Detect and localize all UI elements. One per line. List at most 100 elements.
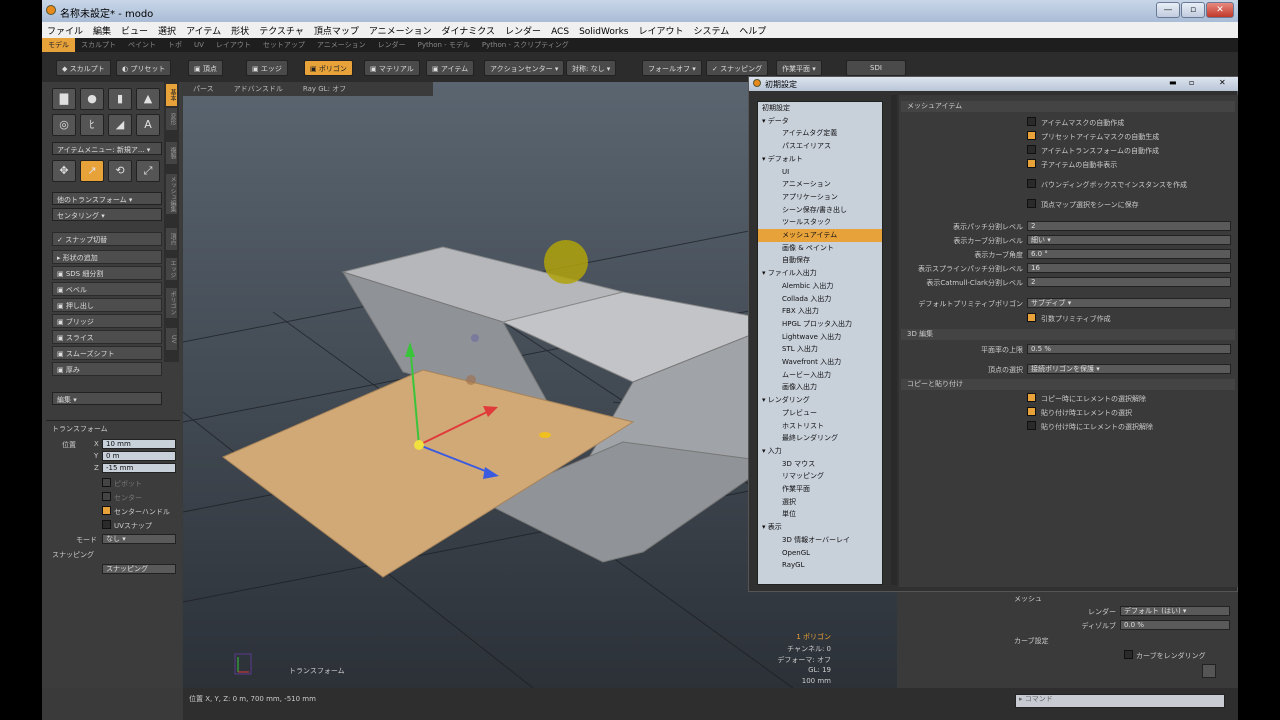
work-plane-dropdown[interactable]: 作業平面 ▾ (776, 60, 822, 76)
menu-help[interactable]: ヘルプ (734, 22, 771, 39)
curve-angle-field[interactable]: 6.0 ° (1027, 249, 1231, 259)
menu-file[interactable]: ファイル (42, 22, 88, 39)
auto-hide-children-checkbox[interactable] (1027, 159, 1036, 168)
tree-item[interactable]: HPGL プロッタ入出力 (758, 318, 882, 331)
tree-item[interactable]: プレビュー (758, 407, 882, 420)
torus-icon[interactable]: ◎ (52, 114, 76, 136)
snapping-button[interactable]: スナッピング (102, 564, 176, 574)
tree-item[interactable]: Alembic 入出力 (758, 280, 882, 293)
close-button[interactable]: ✕ (1206, 2, 1234, 18)
snapping-toggle[interactable]: ✓ スナッピング (706, 60, 769, 76)
paste-select-checkbox[interactable] (1027, 407, 1036, 416)
tree-item[interactable]: ▾ ファイル入出力 (758, 267, 882, 280)
slice-button[interactable]: ▣ スライス (52, 330, 162, 344)
edge-mode-button[interactable]: ▣ エッジ (246, 60, 288, 76)
vtab-uv[interactable]: UV (166, 328, 177, 350)
tab-paint[interactable]: ペイント (122, 38, 162, 52)
vtab-basic[interactable]: 基本 (166, 84, 177, 106)
add-shape-button[interactable]: ▸ 形状の追加 (52, 250, 162, 264)
bbox-instance-checkbox[interactable] (1027, 179, 1036, 188)
vertex-mode-button[interactable]: ▣ 頂点 (188, 60, 223, 76)
tab-topo[interactable]: トポ (162, 38, 188, 52)
cube-icon[interactable]: ▇ (52, 88, 76, 110)
expand-icon[interactable] (1202, 664, 1216, 678)
vtab-deform[interactable]: 変形 (166, 108, 177, 130)
move-tool-icon[interactable]: ✥ (52, 160, 76, 182)
preset-button[interactable]: ◐ プリセット (116, 60, 172, 76)
tree-item[interactable]: 3D マウス (758, 458, 882, 471)
vtab-vertex[interactable]: 頂点 (166, 228, 177, 250)
snap-toggle-button[interactable]: ✓ スナップ切替 (52, 232, 162, 246)
light-handle[interactable] (544, 240, 588, 284)
item-menu-dropdown[interactable]: アイテムメニュー: 新規ア... ▾ (52, 142, 162, 155)
menu-edit[interactable]: 編集 (88, 22, 116, 39)
default-primitive-dropdown[interactable]: サブディブ ▾ (1027, 298, 1231, 308)
tree-item[interactable]: ▾ 表示 (758, 521, 882, 534)
tab-setup[interactable]: セットアップ (257, 38, 311, 52)
command-input[interactable]: ▸ コマンド (1015, 694, 1225, 708)
auto-item-mask-checkbox[interactable] (1027, 117, 1036, 126)
cylinder-icon[interactable]: ▮ (108, 88, 132, 110)
sculpt-button[interactable]: ◆ スカルプト (56, 60, 111, 76)
sphere-icon[interactable]: ● (80, 88, 104, 110)
tree-item[interactable]: 画像 & ペイント (758, 242, 882, 255)
auto-transform-checkbox[interactable] (1027, 145, 1036, 154)
center-handle-checkbox[interactable] (102, 506, 111, 515)
poly-cage-checkbox[interactable] (1027, 313, 1036, 322)
tab-uv[interactable]: UV (188, 39, 210, 51)
pen-icon[interactable]: ﾋ (80, 114, 104, 136)
action-center-dropdown[interactable]: アクションセンター ▾ (484, 60, 565, 76)
sdi-button[interactable]: SDI (846, 60, 906, 76)
copy-deselect-checkbox[interactable] (1027, 393, 1036, 402)
thicken-button[interactable]: ▣ 厚み (52, 362, 162, 376)
menu-select[interactable]: 選択 (153, 22, 181, 39)
perspective-view-dropdown[interactable]: パース (183, 82, 224, 96)
menu-animation[interactable]: アニメーション (364, 22, 437, 39)
menu-system[interactable]: システム (689, 22, 735, 39)
menu-view[interactable]: ビュー (116, 22, 153, 39)
tree-item[interactable]: メッシュアイテム (758, 229, 882, 242)
tree-item[interactable]: 選択 (758, 496, 882, 509)
tree-item[interactable]: 単位 (758, 508, 882, 521)
vtab-edge[interactable]: エッジ (166, 258, 177, 280)
material-mode-button[interactable]: ▣ マテリアル (364, 60, 420, 76)
save-vmap-selection-checkbox[interactable] (1027, 199, 1036, 208)
symmetry-dropdown[interactable]: 対称: なし ▾ (566, 60, 617, 76)
vtab-mesh-edit[interactable]: メッシュ編集 (166, 174, 177, 214)
tree-item[interactable]: ▾ レンダリング (758, 394, 882, 407)
curve-subdiv-dropdown[interactable]: 細い ▾ (1027, 235, 1231, 245)
tree-item[interactable]: ツールスタック (758, 216, 882, 229)
tree-item[interactable]: FBX 入出力 (758, 305, 882, 318)
render-dropdown[interactable]: デフォルト (はい) ▾ (1120, 606, 1230, 616)
cone-icon[interactable]: ▲ (136, 88, 160, 110)
edit-dropdown[interactable]: 編集 ▾ (52, 392, 162, 405)
menu-dynamics[interactable]: ダイナミクス (436, 22, 500, 39)
tab-layout[interactable]: レイアウト (210, 38, 257, 52)
advanced-shading-dropdown[interactable]: アドバンスドル (224, 82, 293, 96)
smooth-shift-button[interactable]: ▣ スムーズシフト (52, 346, 162, 360)
tree-item[interactable]: リマッピング (758, 470, 882, 483)
vtab-duplicate[interactable]: 複製 (166, 142, 177, 164)
spline-patch-field[interactable]: 16 (1027, 263, 1231, 273)
item-mode-button[interactable]: ▣ アイテム (426, 60, 475, 76)
planar-limit-field[interactable]: 0.5 % (1027, 344, 1231, 354)
tree-item[interactable]: 自動保存 (758, 254, 882, 267)
transform-tool-icon[interactable]: ↗ (80, 160, 104, 182)
text-icon[interactable]: A (136, 114, 160, 136)
centering-dropdown[interactable]: センタリング ▾ (52, 208, 162, 221)
scale-tool-icon[interactable]: ⤢ (136, 160, 160, 182)
tree-item[interactable]: OpenGL (758, 547, 882, 560)
dialog-minimize-button[interactable]: ▬ (1169, 78, 1177, 87)
dialog-maximize-button[interactable]: ▫ (1189, 78, 1194, 87)
tree-item[interactable]: Lightwave 入出力 (758, 331, 882, 344)
falloff-dropdown[interactable]: フォールオフ ▾ (642, 60, 702, 76)
tree-item[interactable]: 最終レンダリング (758, 432, 882, 445)
tree-item[interactable]: アプリケーション (758, 191, 882, 204)
catmull-clark-field[interactable]: 2 (1027, 277, 1231, 287)
tree-item[interactable]: 作業平面 (758, 483, 882, 496)
menu-solidworks[interactable]: SolidWorks (574, 25, 633, 39)
tree-item[interactable]: STL 入出力 (758, 343, 882, 356)
tab-python-model[interactable]: Python - モデル (412, 38, 476, 52)
transform-center-handle[interactable] (414, 440, 424, 450)
tree-item[interactable]: 初期設定 (758, 102, 882, 115)
